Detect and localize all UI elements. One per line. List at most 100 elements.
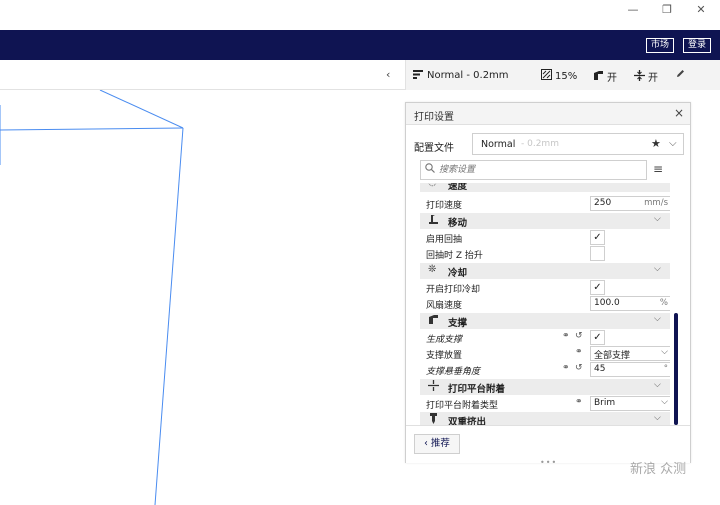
recommend-label: 推荐 bbox=[430, 438, 450, 449]
setting-enable-cooling: 开启打印冷却 ✓ bbox=[420, 280, 670, 296]
profile-icon bbox=[413, 69, 424, 82]
category-cooling[interactable]: ❊ 冷却 ⌵ bbox=[420, 263, 670, 279]
profile-summary-label: Normal - 0.2mm bbox=[427, 70, 509, 81]
chevron-down-icon: ⌵ bbox=[654, 413, 661, 423]
adhesion-state: 开 bbox=[648, 73, 658, 84]
restore-button[interactable]: ❐ bbox=[650, 0, 684, 18]
infill-value: 15% bbox=[555, 70, 578, 82]
setting-print-speed: 打印速度 250 mm/s bbox=[420, 196, 670, 212]
close-icon[interactable]: × bbox=[674, 106, 684, 120]
category-travel[interactable]: 移动 ⌵ bbox=[420, 213, 670, 229]
fan-icon: ❊ bbox=[428, 264, 437, 275]
category-adhesion[interactable]: 打印平台附着 ⌵ bbox=[420, 379, 670, 395]
category-support[interactable]: 支撑 ⌵ bbox=[420, 313, 670, 329]
setting-label: 支撑悬垂角度 bbox=[426, 367, 481, 377]
collapse-chevron-icon[interactable]: ‹ bbox=[386, 68, 398, 81]
setting-label: 启用回抽 bbox=[426, 235, 463, 245]
setting-adhesion-type: 打印平台附着类型 ⚭ Brim ⌵ bbox=[420, 396, 670, 412]
profile-layer-height: - 0.2mm bbox=[521, 139, 559, 149]
profile-name: Normal bbox=[481, 139, 516, 150]
link-icon[interactable]: ⚭ bbox=[575, 347, 583, 357]
link-icon[interactable]: ⚭ bbox=[562, 331, 570, 341]
dual-extrusion-icon bbox=[428, 413, 439, 425]
infill-icon bbox=[541, 69, 552, 83]
category-speed[interactable]: ◌ 速度 ⌃ bbox=[420, 183, 670, 192]
support-summary[interactable]: 开 bbox=[593, 69, 617, 84]
category-label: 双重挤出 bbox=[448, 417, 487, 425]
recommended-mode-button[interactable]: ‹ 推荐 bbox=[414, 434, 460, 454]
login-button[interactable]: 登录 bbox=[683, 38, 712, 53]
chevron-down-icon: ⌵ bbox=[669, 138, 677, 149]
category-label: 支撑 bbox=[448, 318, 468, 329]
field-value: 45 bbox=[594, 364, 606, 374]
setting-label: 打印平台附着类型 bbox=[426, 401, 499, 411]
chevron-up-icon: ⌃ bbox=[654, 183, 662, 187]
field-value: 全部支撑 bbox=[594, 351, 631, 361]
adhesion-type-dropdown[interactable]: Brim ⌵ bbox=[590, 396, 670, 411]
field-unit: % bbox=[659, 298, 668, 308]
category-label: 冷却 bbox=[448, 268, 468, 279]
adhesion-summary[interactable]: 开 bbox=[634, 69, 658, 84]
star-icon[interactable]: ★ bbox=[651, 137, 661, 150]
app-header bbox=[0, 30, 720, 60]
reset-icon[interactable]: ↺ bbox=[575, 331, 583, 341]
close-button[interactable]: ✕ bbox=[684, 0, 718, 18]
chevron-down-icon: ⌵ bbox=[661, 397, 668, 407]
category-label: 移动 bbox=[448, 218, 468, 229]
field-value: 100.0 bbox=[594, 298, 620, 308]
window-titlebar: — ❐ ✕ bbox=[0, 0, 720, 30]
field-value: 250 bbox=[594, 198, 612, 208]
support-icon bbox=[593, 70, 604, 84]
settings-scrollbar[interactable] bbox=[674, 313, 678, 425]
speed-icon: ◌ bbox=[428, 183, 437, 188]
adhesion-icon bbox=[428, 380, 439, 394]
panel-header: 打印设置 × bbox=[406, 103, 690, 125]
setting-z-hop: 回抽时 Z 抬升 bbox=[420, 246, 670, 262]
chevron-down-icon: ⌵ bbox=[654, 214, 661, 224]
field-value: Brim bbox=[594, 398, 616, 408]
category-label: 速度 bbox=[448, 183, 468, 192]
setting-generate-support: 生成支撑 ⚭ ↺ ✓ bbox=[420, 330, 670, 346]
setting-label: 风扇速度 bbox=[426, 301, 463, 311]
setting-enable-retraction: 启用回抽 ✓ bbox=[420, 230, 670, 246]
setting-support-placement: 支撑放置 ⚭ 全部支撑 ⌵ bbox=[420, 346, 670, 362]
edit-pencil-icon[interactable] bbox=[676, 69, 685, 78]
z-hop-checkbox[interactable] bbox=[590, 246, 605, 261]
minimize-button[interactable]: — bbox=[616, 0, 650, 18]
settings-visibility-menu-icon[interactable]: ≡ bbox=[653, 162, 663, 176]
overhang-angle-input[interactable]: 45 ° bbox=[590, 362, 670, 377]
setting-label: 开启打印冷却 bbox=[426, 285, 481, 295]
print-speed-input[interactable]: 250 mm/s bbox=[590, 196, 670, 211]
chevron-left-icon: ‹ bbox=[424, 438, 428, 449]
enable-cooling-checkbox[interactable]: ✓ bbox=[590, 280, 605, 295]
setting-label: 打印速度 bbox=[426, 201, 463, 211]
enable-retraction-checkbox[interactable]: ✓ bbox=[590, 230, 605, 245]
setting-label: 回抽时 Z 抬升 bbox=[426, 251, 483, 261]
profile-dropdown[interactable]: Normal - 0.2mm ★ ⌵ bbox=[472, 133, 684, 155]
chevron-down-icon: ⌵ bbox=[654, 264, 661, 274]
category-dual-extrusion[interactable]: 双重挤出 ⌵ bbox=[420, 412, 670, 425]
profile-summary[interactable]: Normal - 0.2mm bbox=[413, 69, 509, 82]
settings-list[interactable]: ◌ 速度 ⌃ 打印速度 250 mm/s 移动 ⌵ 启用回抽 ✓ 回抽时 Z 抬… bbox=[420, 183, 670, 425]
infill-summary[interactable]: 15% bbox=[541, 69, 577, 83]
resize-handle[interactable]: ••• bbox=[540, 458, 557, 467]
support-placement-dropdown[interactable]: 全部支撑 ⌵ bbox=[590, 346, 670, 361]
link-icon[interactable]: ⚭ bbox=[575, 397, 583, 407]
settings-search[interactable] bbox=[420, 160, 647, 180]
generate-support-checkbox[interactable]: ✓ bbox=[590, 330, 605, 345]
marketplace-button[interactable]: 市场 bbox=[646, 38, 675, 53]
field-unit: ° bbox=[663, 364, 668, 374]
support-icon bbox=[428, 314, 439, 328]
support-state: 开 bbox=[607, 73, 617, 84]
print-settings-panel: 打印设置 × 配置文件 Normal - 0.2mm ★ ⌵ ≡ ◌ 速度 ⌃ … bbox=[405, 102, 691, 467]
fan-speed-input[interactable]: 100.0 % bbox=[590, 296, 670, 311]
link-icon[interactable]: ⚭ bbox=[562, 363, 570, 373]
search-input[interactable] bbox=[439, 163, 639, 177]
travel-icon bbox=[428, 214, 439, 228]
reset-icon[interactable]: ↺ bbox=[575, 363, 583, 373]
panel-title: 打印设置 bbox=[414, 112, 454, 123]
setting-label: 生成支撑 bbox=[426, 335, 463, 345]
chevron-down-icon: ⌵ bbox=[661, 347, 668, 357]
category-label: 打印平台附着 bbox=[448, 384, 506, 395]
watermark: 新浪 众测 bbox=[630, 462, 687, 477]
